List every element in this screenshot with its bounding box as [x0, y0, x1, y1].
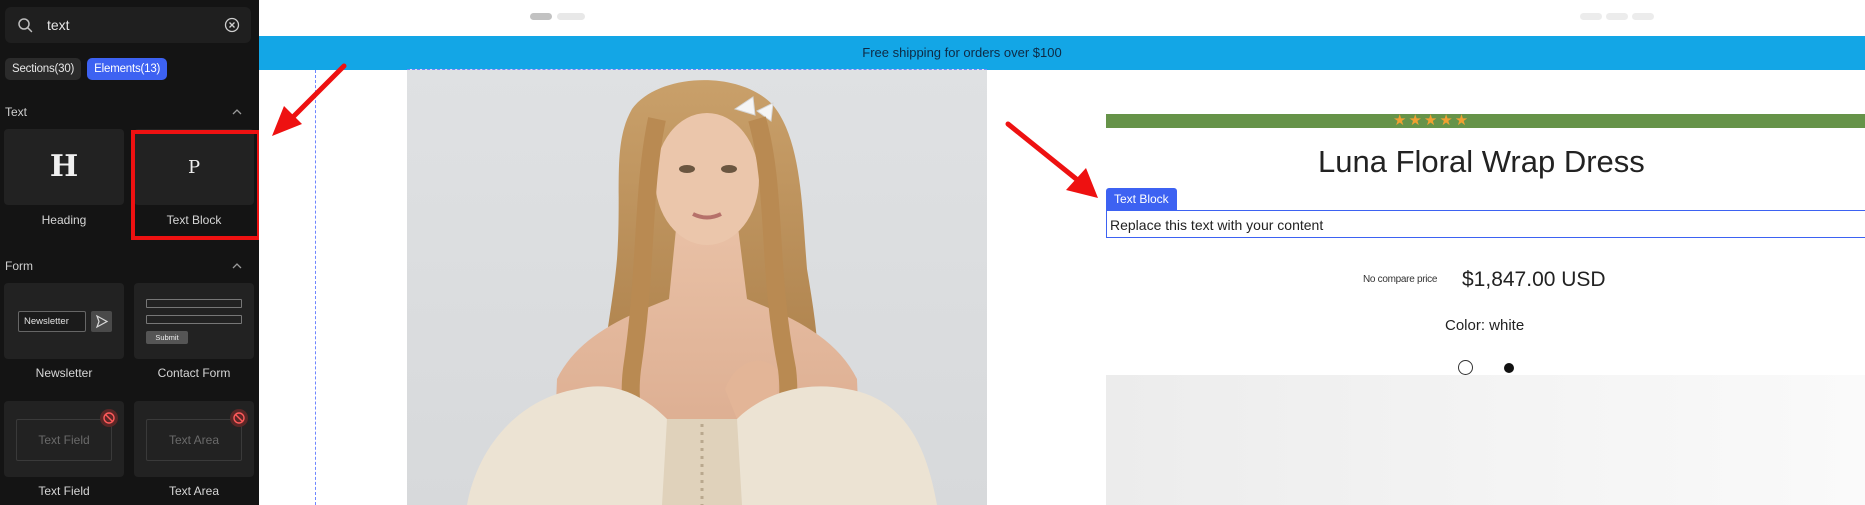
element-label-newsletter: Newsletter: [35, 366, 93, 380]
element-label-heading: Heading: [41, 213, 87, 227]
toolbar-placeholder: [1632, 13, 1654, 20]
element-label-text-area: Text Area: [168, 484, 220, 498]
contact-form-preview-submit: Submit: [146, 331, 188, 344]
chevron-up-icon[interactable]: [232, 263, 242, 269]
device-toggle-desktop[interactable]: [530, 13, 552, 20]
element-label-text-field: Text Field: [38, 484, 90, 498]
editor-canvas: Free shipping for orders over $100 ★★★★★…: [259, 0, 1865, 505]
rating-stars: ★★★★★: [1393, 112, 1471, 129]
product-gallery[interactable]: [1106, 375, 1865, 505]
text-area-preview: Text Area: [146, 419, 242, 461]
toolbar-placeholder: [1606, 13, 1628, 20]
element-card-text-area[interactable]: Text Area: [134, 401, 254, 477]
search-icon: [18, 18, 33, 33]
disabled-icon: [100, 409, 118, 427]
product-image[interactable]: [407, 69, 987, 505]
product-price: $1,847.00 USD: [1462, 268, 1606, 291]
chevron-up-icon[interactable]: [232, 109, 242, 115]
swatch-white[interactable]: [1458, 360, 1473, 375]
annotation-arrow-icon: [1005, 121, 1098, 198]
section-guide-line: [407, 69, 987, 71]
text-field-preview: Text Field: [16, 419, 112, 461]
contact-form-preview-field: [146, 315, 242, 324]
swatch-black[interactable]: [1504, 363, 1514, 373]
contact-form-preview-field: [146, 299, 242, 308]
panel-tabs: Sections(30) Elements(13): [5, 58, 168, 80]
clear-search-icon[interactable]: [224, 17, 240, 33]
group-heading-form: Form: [5, 259, 33, 273]
group-heading-text: Text: [5, 105, 28, 119]
element-card-text-field[interactable]: Text Field: [4, 401, 124, 477]
disabled-icon: [230, 409, 248, 427]
elements-panel: text Sections(30) Elements(13) Text H He…: [0, 0, 259, 505]
element-card-heading[interactable]: H: [4, 129, 124, 205]
heading-glyph-icon: H: [49, 149, 79, 184]
tab-elements[interactable]: Elements(13): [87, 58, 168, 80]
search-box[interactable]: text: [5, 7, 251, 43]
search-input[interactable]: text: [47, 17, 70, 33]
element-card-contact-form[interactable]: Submit: [134, 283, 254, 359]
announcement-bar[interactable]: Free shipping for orders over $100: [259, 36, 1865, 70]
tab-sections[interactable]: Sections(30): [5, 58, 82, 80]
selected-block-tag[interactable]: Text Block: [1106, 188, 1177, 210]
device-toggle-mobile[interactable]: [557, 13, 585, 20]
red-highlight-box: [131, 130, 259, 240]
element-card-newsletter[interactable]: Newsletter: [4, 283, 124, 359]
announcement-text: Free shipping for orders over $100: [862, 45, 1062, 60]
text-block-content[interactable]: Replace this text with your content: [1110, 217, 1323, 233]
send-icon: [91, 311, 112, 332]
element-label-contact-form: Contact Form: [157, 366, 231, 380]
compare-price: No compare price: [1363, 274, 1438, 285]
color-label: Color: white: [1445, 317, 1525, 334]
product-title[interactable]: Luna Floral Wrap Dress: [1106, 144, 1865, 180]
model-photo: [467, 80, 937, 505]
rating-bar[interactable]: ★★★★★: [1106, 112, 1865, 129]
annotation-arrow-icon: [272, 63, 347, 136]
newsletter-preview-input: Newsletter: [18, 311, 86, 332]
toolbar-placeholder: [1580, 13, 1602, 20]
text-block[interactable]: Replace this text with your content: [1106, 210, 1865, 238]
